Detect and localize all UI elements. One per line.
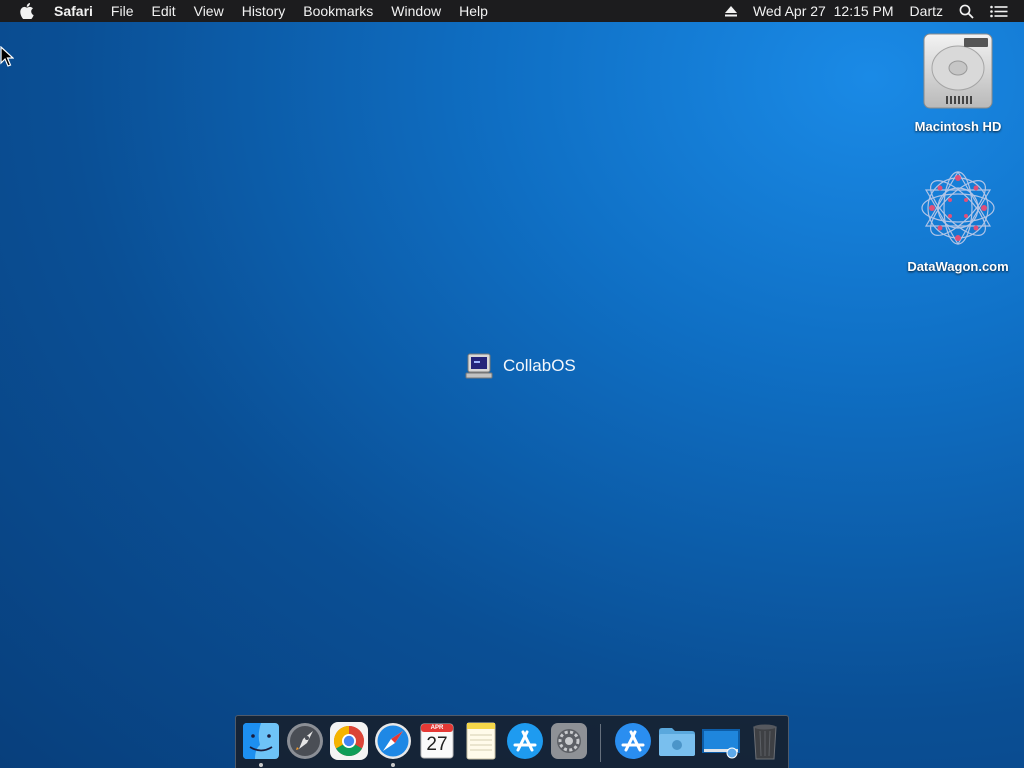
menu-file[interactable]: File <box>102 0 143 22</box>
dock-downloads-folder[interactable] <box>657 721 697 761</box>
finder-icon <box>243 723 279 759</box>
dock-separator <box>600 724 601 762</box>
menu-bar: Safari File Edit View History Bookmarks … <box>0 0 1024 22</box>
dock-notes[interactable] <box>461 721 501 761</box>
mouse-cursor-icon <box>0 45 15 73</box>
dock-system-preferences[interactable] <box>549 721 589 761</box>
apple-logo-icon[interactable] <box>0 3 54 19</box>
folder-icon <box>659 728 695 756</box>
menu-help[interactable]: Help <box>450 0 497 22</box>
dock-finder[interactable] <box>241 721 281 767</box>
app-store-icon <box>615 723 651 759</box>
launchpad-icon <box>287 723 323 759</box>
desktop-icon-macintosh-hd[interactable]: Macintosh HD <box>903 30 1013 134</box>
computer-terminal-icon <box>465 353 493 379</box>
dock-screen-sharing[interactable] <box>701 721 741 761</box>
notification-center-icon[interactable] <box>982 5 1016 18</box>
dock-app-store-downloads[interactable] <box>613 721 653 761</box>
trash-icon <box>753 724 777 760</box>
datawagon-network-icon <box>921 170 995 246</box>
dock-app-store[interactable] <box>505 721 545 761</box>
menu-history[interactable]: History <box>233 0 295 22</box>
dock-chrome[interactable] <box>329 721 369 761</box>
dock: APR 27 <box>235 715 789 768</box>
menu-edit[interactable]: Edit <box>142 0 184 22</box>
running-indicator <box>259 763 263 767</box>
collabos-item[interactable]: CollabOS <box>465 352 576 380</box>
chrome-icon <box>330 722 368 760</box>
menu-user[interactable]: Dartz <box>902 0 951 22</box>
desktop-icon-datawagon[interactable]: DataWagon.com <box>903 166 1013 274</box>
hard-drive-icon <box>923 33 993 109</box>
running-indicator <box>391 763 395 767</box>
gear-icon <box>551 723 587 759</box>
screen-sharing-icon <box>702 729 740 759</box>
menu-view[interactable]: View <box>185 0 233 22</box>
dock-calendar[interactable]: APR 27 <box>417 721 457 761</box>
menu-bookmarks[interactable]: Bookmarks <box>294 0 382 22</box>
menu-clock[interactable]: Wed Apr 27 12:15 PM <box>745 0 902 22</box>
collabos-label: CollabOS <box>503 356 576 375</box>
dock-safari[interactable] <box>373 721 413 767</box>
menu-app-name[interactable]: Safari <box>54 0 102 22</box>
spotlight-search-icon[interactable] <box>951 4 982 19</box>
desktop-icon-label: DataWagon.com <box>907 259 1009 274</box>
eject-icon[interactable] <box>717 5 745 17</box>
menu-window[interactable]: Window <box>382 0 450 22</box>
dock-launchpad[interactable] <box>285 721 325 761</box>
calendar-day: 27 <box>426 734 448 755</box>
app-store-icon <box>507 723 543 759</box>
dock-trash[interactable] <box>745 721 785 761</box>
notes-icon <box>466 722 496 760</box>
calendar-month: APR <box>430 725 444 731</box>
safari-compass-icon <box>375 723 411 759</box>
desktop-icon-label: Macintosh HD <box>914 119 1002 134</box>
